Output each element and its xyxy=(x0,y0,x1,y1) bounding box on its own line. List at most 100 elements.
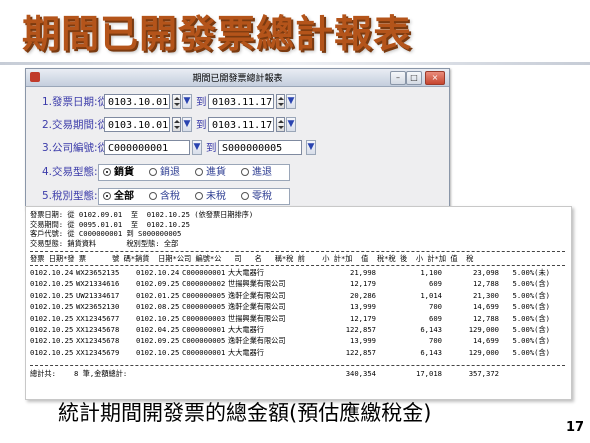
table-cell-sale-date: 0102.10.25 xyxy=(136,313,180,323)
column-header-text: 發票 日期*發 票 號 碼*銷貨 日期*公司 編號*公 司 名 稱*稅 前 小 … xyxy=(30,254,474,263)
radio-dot-icon xyxy=(149,192,157,200)
table-cell-sale-date: 0102.01.25 xyxy=(136,290,180,300)
table-cell-company-name: 逸軒企業有限公司 xyxy=(228,290,286,300)
report-separator xyxy=(30,265,565,266)
table-cell-inv-date: 0102.10.25 xyxy=(30,290,74,300)
invoice-date-from-dropdown[interactable]: ▼ xyxy=(182,94,192,109)
close-button[interactable]: × xyxy=(425,71,445,85)
trade-period-to-field[interactable]: 0103.11.17 xyxy=(208,117,274,132)
window-titlebar[interactable]: 期間已開發票總計報表 – □ × xyxy=(26,69,449,87)
table-cell-company-name: 大大電器行 xyxy=(228,347,264,357)
table-cell-inv-no: XX12345678 xyxy=(76,336,120,346)
invoice-date-to-spinner[interactable] xyxy=(276,94,285,109)
invoice-date-to-label: 到 xyxy=(196,96,207,108)
table-cell-pre-tax: 13,999 xyxy=(350,302,376,312)
table-cell-inv-date: 0102.10.25 xyxy=(30,325,74,334)
minimize-button[interactable]: – xyxy=(390,71,406,85)
invoice-date-to-field[interactable]: 0103.11.17 xyxy=(208,94,274,109)
table-cell-pre-tax: 20,286 xyxy=(350,290,376,300)
slide-page-number: 17 xyxy=(566,420,585,435)
trade-period-to-spinner[interactable] xyxy=(276,117,285,132)
tax-type-option-zero-tax[interactable]: 零稅 xyxy=(241,190,272,204)
maximize-button[interactable]: □ xyxy=(406,71,422,85)
table-cell-after-tax: 12,788 xyxy=(473,313,499,323)
table-cell-vat: 6,143 xyxy=(420,325,442,334)
table-cell-after-tax: 14,699 xyxy=(473,302,499,312)
table-cell-after-tax: 21,300 xyxy=(473,290,499,300)
company-id-from-field[interactable]: C000000001 xyxy=(104,140,190,155)
table-cell-vat: 1,014 xyxy=(420,290,442,300)
company-id-from-dropdown[interactable]: ▼ xyxy=(192,140,202,155)
report-header-line: 交易期間: 從 0095.01.01 至 0102.10.25 xyxy=(30,219,190,229)
report-header: 發票日期: 從 0102.09.01 至 0102.10.25 (依發票日期排序… xyxy=(30,210,253,248)
table-cell-inv-date: 0102.10.25 xyxy=(30,347,74,357)
table-cell-inv-no: WX23652130 xyxy=(76,302,120,312)
table-cell-company-id: C000000005 xyxy=(182,290,226,300)
trade-period-from-dropdown[interactable]: ▼ xyxy=(182,117,192,132)
table-cell-rate: 5.00%(含) xyxy=(512,313,550,323)
report-printout: 發票日期: 從 0102.09.01 至 0102.10.25 (依發票日期排序… xyxy=(25,206,572,400)
table-cell-sale-date: 0102.09.25 xyxy=(136,336,180,346)
table-cell-rate: 5.00%(含) xyxy=(512,290,550,300)
company-id-to-dropdown[interactable]: ▼ xyxy=(306,140,316,155)
report-separator xyxy=(30,251,565,252)
trade-type-option-purchase-return[interactable]: 進退 xyxy=(241,166,272,180)
table-cell-inv-no: XX12345677 xyxy=(76,313,120,323)
table-cell-company-id: C000000001 xyxy=(182,268,226,277)
table-cell-company-name: 大大電器行 xyxy=(228,268,264,277)
total-after-tax: 357,372 xyxy=(468,369,499,378)
table-cell-vat: 1,100 xyxy=(420,268,442,277)
table-cell-vat: 700 xyxy=(429,336,442,346)
window-title: 期間已開發票總計報表 xyxy=(192,74,283,84)
table-cell-company-name: 世揚興業有限公司 xyxy=(228,313,286,323)
table-cell-sale-date: 0102.09.25 xyxy=(136,279,180,289)
report-header-line: 交易型態: 銷貨資料 稅別型態: 全部 xyxy=(30,238,179,248)
company-id-to-field[interactable]: S000000005 xyxy=(218,140,302,155)
trade-type-radio-group: 銷貨 銷退 進貨 進退 xyxy=(98,164,290,181)
total-count-text: 8 筆,金額總計: xyxy=(74,369,128,378)
table-cell-sale-date: 0102.04.25 xyxy=(136,325,180,334)
table-cell-vat: 6,143 xyxy=(420,347,442,357)
table-cell-inv-no: WX21334616 xyxy=(76,279,120,289)
tax-type-option-tax-included[interactable]: 含稅 xyxy=(149,190,180,204)
table-cell-vat: 609 xyxy=(429,279,442,289)
table-cell-pre-tax: 12,179 xyxy=(350,279,376,289)
trade-type-option-purchase[interactable]: 進貨 xyxy=(195,166,226,180)
table-cell-inv-date: 0102.10.25 xyxy=(30,336,74,346)
trade-type-label: 4.交易型態: xyxy=(42,166,98,178)
trade-period-from-field[interactable]: 0103.10.01 xyxy=(104,117,170,132)
total-vat: 17,018 xyxy=(416,369,442,378)
table-cell-after-tax: 12,788 xyxy=(473,279,499,289)
slide-title: 期間已開發票總計報表 xyxy=(22,11,413,56)
radio-dot-icon xyxy=(241,168,249,176)
table-cell-company-name: 逸軒企業有限公司 xyxy=(228,336,286,346)
report-separator xyxy=(30,365,565,366)
tax-type-option-all[interactable]: 全部 xyxy=(103,190,134,204)
table-cell-rate: 5.00%(未) xyxy=(512,268,550,277)
invoice-date-from-field[interactable]: 0103.10.01 xyxy=(104,94,170,109)
table-cell-rate: 5.00%(含) xyxy=(512,302,550,312)
trade-type-option-sales[interactable]: 銷貨 xyxy=(103,166,134,180)
trade-period-from-spinner[interactable] xyxy=(172,117,181,132)
tax-type-radio-group: 全部 含稅 未稅 零稅 xyxy=(98,188,290,205)
table-cell-company-id: C000000003 xyxy=(182,313,226,323)
tax-type-option-tax-excluded[interactable]: 未稅 xyxy=(195,190,226,204)
radio-dot-icon xyxy=(241,192,249,200)
table-cell-company-name: 大大電器行 xyxy=(228,325,264,334)
invoice-date-from-spinner[interactable] xyxy=(172,94,181,109)
slide-caption: 統計期間開發票的總金額(預估應繳稅金) xyxy=(58,401,432,425)
table-cell-vat: 609 xyxy=(429,313,442,323)
invoice-date-to-dropdown[interactable]: ▼ xyxy=(286,94,296,109)
report-header-line: 發票日期: 從 0102.09.01 至 0102.10.25 (依發票日期排序… xyxy=(30,210,254,219)
table-cell-pre-tax: 122,857 xyxy=(345,347,376,357)
table-cell-after-tax: 129,000 xyxy=(468,347,499,357)
table-cell-after-tax: 129,000 xyxy=(468,325,499,334)
tax-type-label: 5.稅別型態: xyxy=(42,190,98,202)
table-cell-vat: 700 xyxy=(429,302,442,312)
trade-period-to-dropdown[interactable]: ▼ xyxy=(286,117,296,132)
total-label: 總計共: xyxy=(30,369,56,378)
trade-type-option-sales-return[interactable]: 銷退 xyxy=(149,166,180,180)
total-pre-tax: 340,354 xyxy=(345,369,376,378)
table-cell-company-id: C000000005 xyxy=(182,336,226,346)
table-cell-inv-no: XX12345678 xyxy=(76,325,120,334)
